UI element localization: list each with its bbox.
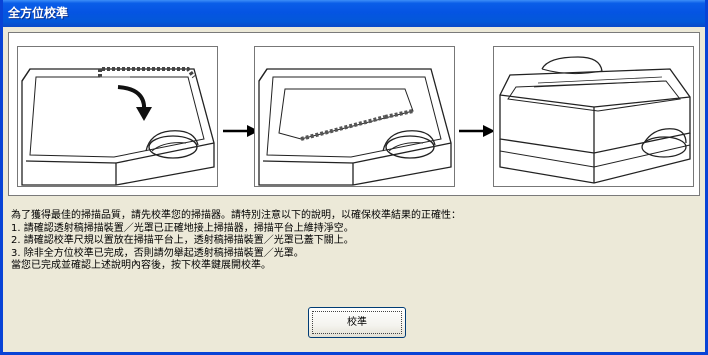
instruction-closing: 當您已完成並確認上述說明內容後，按下校準鍵展開校準。 bbox=[11, 260, 271, 271]
instruction-step-3: 3. 除非全方位校準已完成，否則請勿舉起透射稿掃描裝置／光罩。 bbox=[11, 247, 304, 259]
instruction-step-2: 2. 請確認校準尺規以置放在掃描平台上，透射稿掃描裝置／光罩已蓋下關上。 bbox=[11, 235, 354, 246]
instructions-text: 為了獲得最佳的掃描品質，請先校準您的掃描器。請特別注意以下的說明，以確保校準結果… bbox=[11, 210, 701, 273]
window-title: 全方位校準 bbox=[8, 6, 69, 20]
calibration-illustration-panel bbox=[8, 32, 700, 196]
right-arrow-icon bbox=[459, 125, 495, 137]
step2-scanner-image bbox=[254, 46, 455, 187]
instruction-step-1: 1. 請確認透射稿掃描裝置／光罩已正確地接上掃描器，掃描平台上維持淨空。 bbox=[11, 222, 354, 234]
instruction-intro: 為了獲得最佳的掃描品質，請先校準您的掃描器。請特別注意以下的說明，以確保校準結果… bbox=[11, 210, 461, 221]
step1-scanner-image bbox=[17, 46, 218, 187]
calibrate-button[interactable]: 校準 bbox=[308, 307, 406, 338]
focus-ring bbox=[312, 311, 402, 334]
step3-scanner-image bbox=[493, 46, 694, 187]
calibration-window: 全方位校準 為了獲得最佳的掃描品質，請先校準您的掃描器。請特別注意以下的說明，以… bbox=[0, 0, 708, 355]
window-titlebar[interactable]: 全方位校準 bbox=[3, 0, 705, 27]
